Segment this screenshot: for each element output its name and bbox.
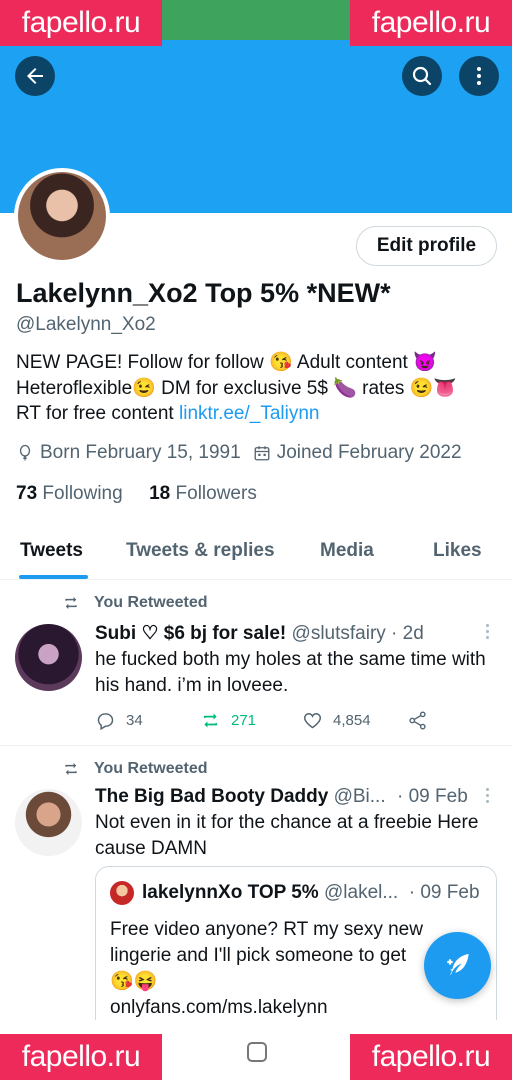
balloon-icon [19,444,31,461]
retweet-context: You Retweeted [62,594,208,612]
reply-icon [97,713,114,731]
edit-profile-button[interactable]: Edit profile [356,226,497,266]
more-options-button[interactable] [459,56,499,96]
like-button[interactable]: 4,854 [302,710,371,731]
watermark-bottom-right: fapello.ru [350,1034,512,1080]
like-count: 4,854 [333,712,371,729]
watermark-top-right: fapello.ru [350,0,512,46]
more-vertical-icon [477,67,481,85]
watermark-top-left: fapello.ru [0,0,162,46]
tweet-handle: @Bi... [328,786,386,807]
tweet-header: The Big Bad Booty Daddy @Bi... [95,786,386,808]
profile-handle: @Lakelynn_Xo2 [16,314,156,335]
tweet-more-button[interactable] [484,788,490,806]
tweet[interactable]: You Retweeted The Big Bad Booty Daddy @B… [0,746,512,1046]
reply-count: 34 [126,712,143,729]
bio-link[interactable]: linktr.ee/_Taliynn [179,403,319,424]
tweet-text: he fucked both my holes at the same time… [95,649,486,696]
following-link[interactable]: 73 Following [16,483,123,504]
followers-count: 18 [149,483,171,504]
search-button[interactable] [402,56,442,96]
tweet-more-button[interactable] [484,624,490,642]
tweet-time: · 09 Feb [397,786,468,807]
tab-tweets-replies[interactable]: Tweets & replies [126,540,275,562]
watermark-bottom-left: fapello.ru [0,1034,162,1080]
joined-date: Joined February 2022 [276,442,462,463]
tab-likes[interactable]: Likes [433,540,482,562]
quoted-tweet-header: lakelynnXo TOP 5% @lakel... · 09 Feb [110,881,480,905]
quoted-line: onlyfans.com/ms.lakelynn [110,997,328,1018]
retweet-label: You Retweeted [94,760,208,777]
bio-text: RT for free content [16,403,179,424]
bio-line: NEW PAGE! Follow for follow 😘 Adult cont… [16,352,437,373]
followers-link[interactable]: 18 Followers [149,483,257,504]
tab-tweets[interactable]: Tweets [20,540,83,562]
quoted-avatar [110,881,134,905]
bio-line: RT for free content linktr.ee/_Taliynn [16,401,501,427]
search-icon [412,66,432,86]
tweet-author-name[interactable]: Subi ♡ $6 bj for sale! [95,623,286,644]
avatar-image [18,172,106,260]
compose-icon [446,953,469,975]
retweet-context: You Retweeted [62,760,208,778]
followers-label: Followers [175,483,257,504]
home-nav-button[interactable] [247,1042,267,1062]
retweet-icon [203,713,218,728]
quoted-line: Free video anyone? RT my sexy new [110,919,423,940]
tweet-header: Subi ♡ $6 bj for sale! @slutsfairy · 2d [95,622,424,645]
display-name: Lakelynn_Xo2 Top 5% *NEW* [16,278,391,308]
retweet-button[interactable]: 271 [200,710,256,731]
following-label: Following [42,483,123,504]
profile-tabs: Tweets Tweets & replies Media Likes [0,528,512,580]
follow-stats: 73 Following 18 Followers [16,483,257,505]
tweet-author-name[interactable]: The Big Bad Booty Daddy [95,786,328,807]
profile-bio: NEW PAGE! Follow for follow 😘 Adult cont… [16,350,501,427]
tweet-avatar[interactable] [15,624,82,691]
tweet-avatar[interactable] [15,789,82,856]
quoted-author-name: lakelynnXo TOP 5% [142,882,319,903]
tweet[interactable]: You Retweeted Subi ♡ $6 bj for sale! @sl… [0,580,512,746]
retweet-icon [65,597,77,609]
reply-button[interactable]: 34 [95,710,143,731]
bio-line: Heteroflexible😉 DM for exclusive 5$ 🍆 ra… [16,377,457,399]
tab-media[interactable]: Media [320,540,374,562]
following-count: 73 [16,483,38,504]
retweet-label: You Retweeted [94,594,208,611]
born-date: Born February 15, 1991 [40,442,241,463]
calendar-icon [254,446,270,461]
back-arrow-icon [27,68,43,84]
active-tab-indicator [19,575,88,579]
tweet-actions: 34 271 4,854 [95,710,435,734]
like-icon [303,713,322,729]
compose-tweet-button[interactable] [424,932,491,999]
tweet-text: Not even in it for the chance at a freeb… [95,812,479,859]
tweet-handle-time: @slutsfairy · 2d [286,623,424,644]
share-icon [409,711,426,730]
profile-avatar[interactable] [14,168,110,264]
retweet-count: 271 [231,712,257,729]
profile-meta: Born February 15, 1991 Joined February 2… [16,442,462,464]
back-button[interactable] [15,56,55,96]
share-button[interactable] [407,710,438,731]
quoted-handle-time: @lakel... · 09 Feb [318,882,480,903]
retweet-icon [65,763,77,775]
